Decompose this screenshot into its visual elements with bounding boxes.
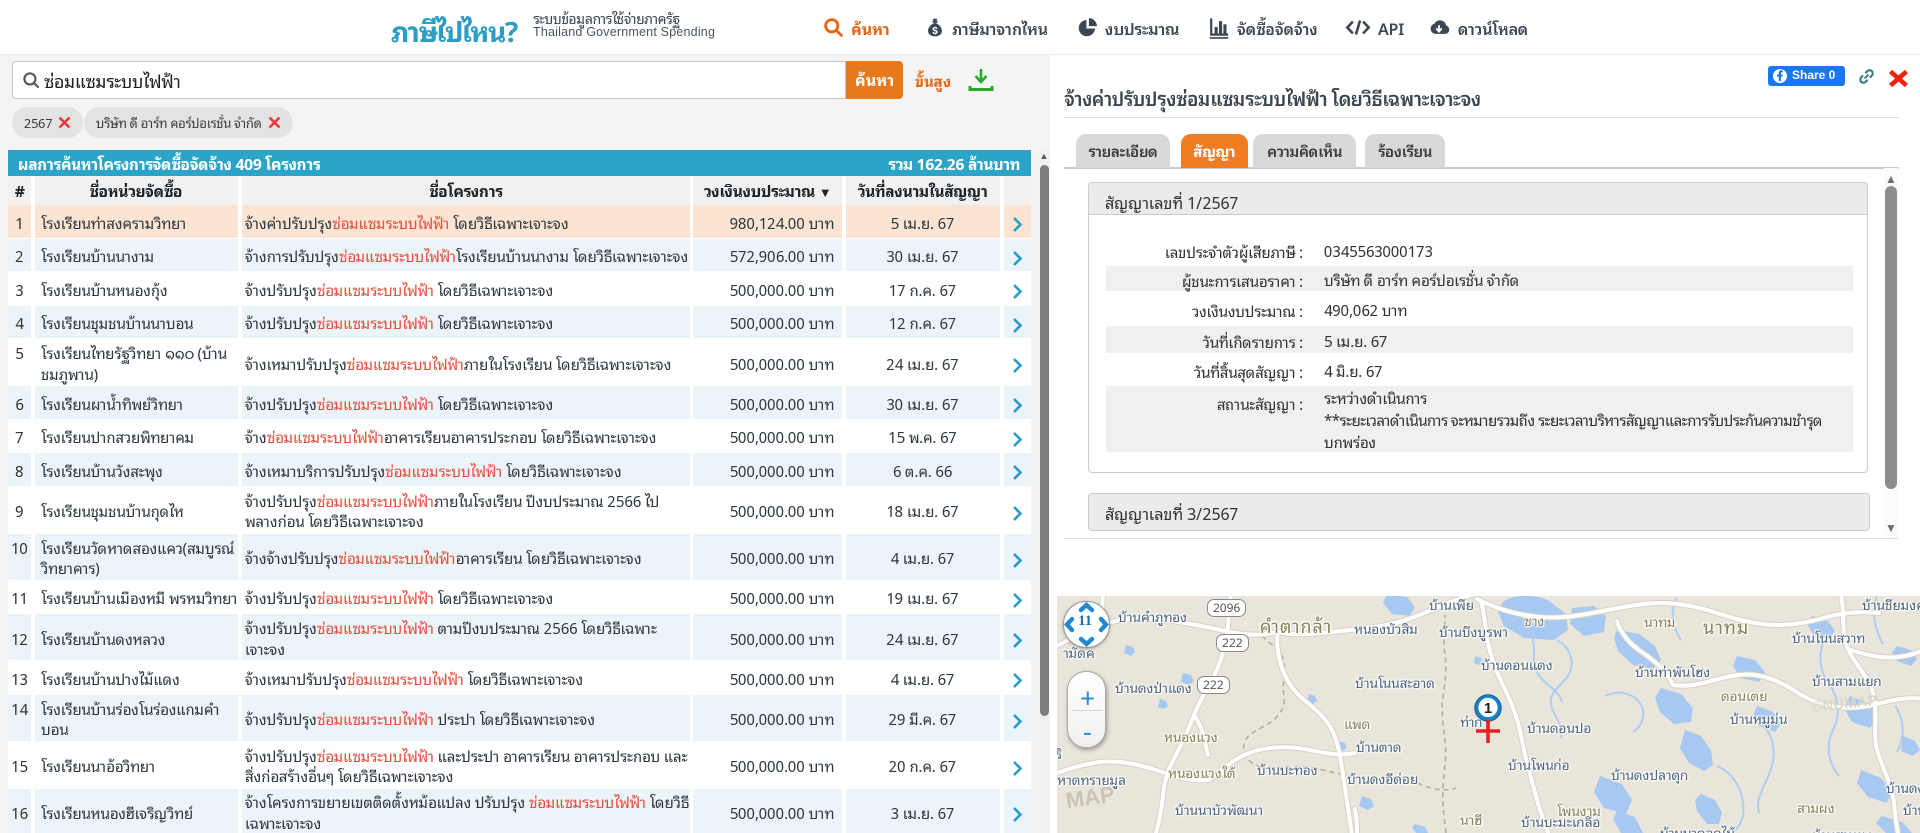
svg-text:1: 1 [1484,700,1492,717]
svg-text:$: $ [932,26,938,37]
